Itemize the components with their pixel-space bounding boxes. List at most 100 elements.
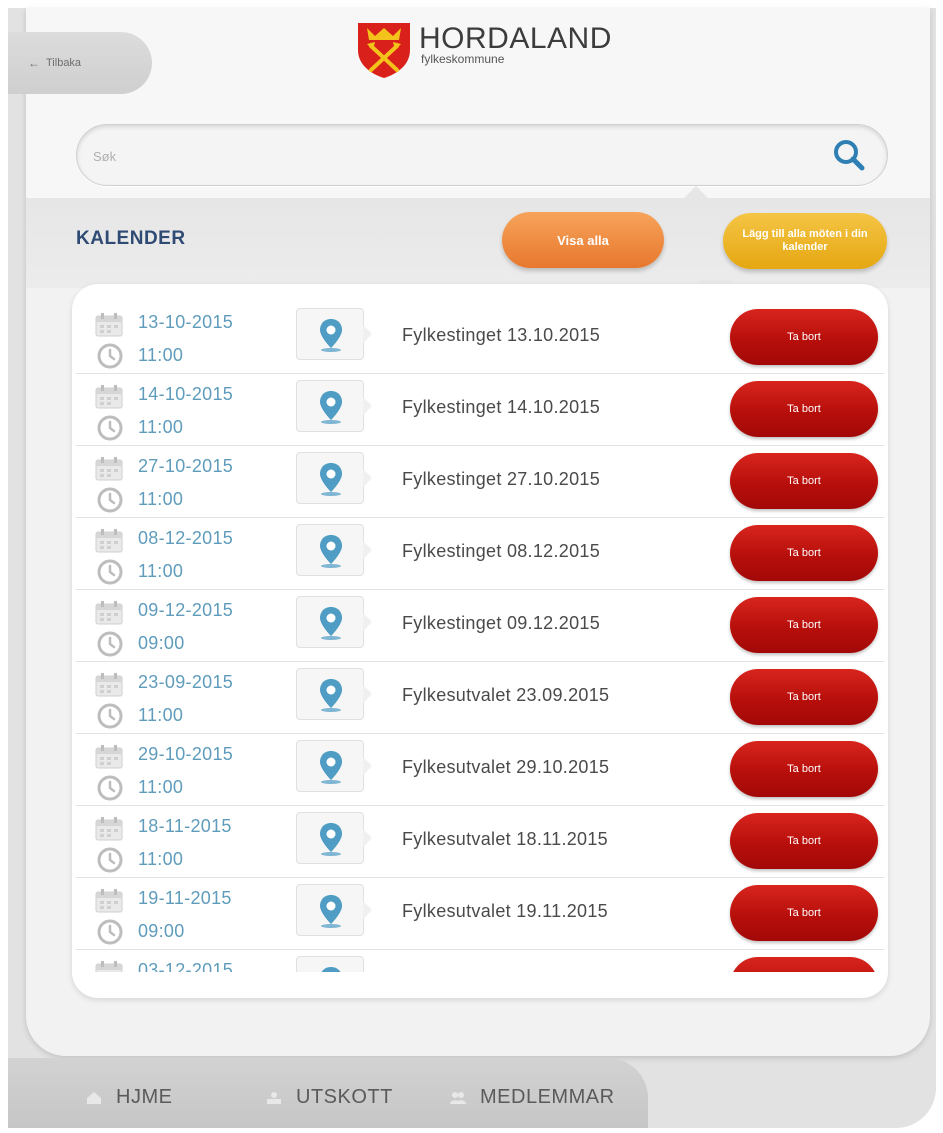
event-title: Fylkesutvalet 29.10.2015 bbox=[402, 757, 610, 777]
clock-icon bbox=[97, 919, 123, 945]
event-title: Fylkesutvalet 19.11.2015 bbox=[402, 901, 608, 921]
calendar-icon bbox=[95, 601, 123, 625]
map-pin-icon bbox=[320, 319, 342, 352]
remove-button[interactable]: Ta bort bbox=[730, 669, 878, 725]
map-pin-icon bbox=[320, 895, 342, 928]
back-button[interactable]: ← Tilbaka bbox=[8, 32, 152, 94]
search-bar bbox=[76, 124, 888, 186]
location-button[interactable] bbox=[296, 668, 372, 720]
event-row: 14-10-2015 11:00 Fylkestinget 14.10.2015… bbox=[76, 374, 884, 446]
logo: HORDALAND fylkeskommune bbox=[355, 20, 612, 80]
event-row: 19-11-2015 09:00 Fylkesutvalet 19.11.201… bbox=[76, 878, 884, 950]
clock-icon bbox=[97, 847, 123, 873]
remove-button[interactable]: Ta bort bbox=[730, 381, 878, 437]
clock-icon bbox=[97, 487, 123, 513]
location-button[interactable] bbox=[296, 812, 372, 864]
clock-icon bbox=[97, 415, 123, 441]
location-button[interactable] bbox=[296, 308, 372, 360]
map-pin-icon bbox=[320, 463, 342, 496]
calendar-icon bbox=[95, 745, 123, 769]
search-icon[interactable] bbox=[831, 137, 867, 173]
event-time: 11:00 bbox=[138, 345, 184, 365]
event-row: 18-11-2015 11:00 Fylkesutvalet 18.11.201… bbox=[76, 806, 884, 878]
event-title: Fylkestinget 08.12.2015 bbox=[402, 541, 601, 561]
map-pin-icon bbox=[320, 391, 342, 424]
event-time: 11:00 bbox=[138, 777, 184, 797]
event-date: 29-10-2015 bbox=[138, 744, 234, 764]
remove-button[interactable]: Ta bort bbox=[730, 525, 878, 581]
nav-members[interactable]: MEDLEMMAR bbox=[450, 1086, 615, 1109]
remove-button[interactable]: Ta bort bbox=[730, 741, 878, 797]
event-row: 13-10-2015 11:00 Fylkestinget 13.10.2015… bbox=[76, 302, 884, 374]
map-pin-icon bbox=[321, 967, 341, 972]
event-date: 08-12-2015 bbox=[138, 528, 234, 548]
location-button[interactable] bbox=[296, 452, 372, 504]
location-button[interactable] bbox=[296, 740, 372, 792]
event-time: 11:00 bbox=[138, 417, 184, 437]
event-date: 13-10-2015 bbox=[138, 312, 234, 332]
nav-home[interactable]: HJME bbox=[86, 1086, 172, 1109]
nav-committees[interactable]: UTSKOTT bbox=[266, 1086, 393, 1109]
map-pin-icon bbox=[320, 679, 342, 712]
clock-icon bbox=[97, 775, 123, 801]
event-time: 11:00 bbox=[138, 489, 184, 509]
calendar-icon bbox=[95, 889, 123, 913]
home-icon bbox=[87, 1091, 101, 1104]
add-all-to-calendar-button[interactable]: Lägg till alla möten i din kalender bbox=[723, 213, 887, 269]
nav-committees-label: UTSKOTT bbox=[296, 1086, 393, 1108]
event-title: Fylkestinget 27.10.2015 bbox=[402, 469, 601, 489]
remove-button[interactable]: Ta bort bbox=[730, 813, 878, 869]
event-title: Fylkesutvalet 23.09.2015 bbox=[402, 685, 610, 705]
logo-title: HORDALAND bbox=[419, 22, 612, 55]
event-time: 11:00 bbox=[138, 705, 184, 725]
calendar-icon bbox=[95, 817, 123, 841]
back-arrow-icon: ← bbox=[28, 56, 40, 70]
nav-home-label: HJME bbox=[116, 1086, 173, 1108]
location-button[interactable] bbox=[296, 956, 364, 972]
back-label: Tilbaka bbox=[46, 57, 82, 69]
location-button[interactable] bbox=[296, 380, 372, 432]
location-button[interactable] bbox=[296, 524, 372, 576]
event-date: 18-11-2015 bbox=[138, 816, 232, 836]
map-pin-icon bbox=[320, 823, 342, 856]
remove-button[interactable]: Ta bort bbox=[730, 597, 878, 653]
event-date: 09-12-2015 bbox=[138, 600, 234, 620]
nav-members-label: MEDLEMMAR bbox=[480, 1086, 615, 1108]
map-pin-icon bbox=[320, 751, 342, 784]
members-icon bbox=[450, 1091, 466, 1104]
event-title: Fylkestinget 09.12.2015 bbox=[402, 613, 601, 633]
remove-button[interactable]: Ta bort bbox=[730, 453, 878, 509]
clock-icon bbox=[97, 631, 123, 657]
calendar-icon bbox=[95, 529, 123, 553]
remove-button[interactable]: Ta bort bbox=[730, 885, 878, 941]
event-row: 09-12-2015 09:00 Fylkestinget 09.12.2015… bbox=[76, 590, 884, 662]
show-all-button[interactable]: Visa alla bbox=[502, 212, 664, 268]
calendar-icon bbox=[95, 313, 123, 337]
event-title: Fylkestinget 13.10.2015 bbox=[402, 325, 601, 345]
clock-icon bbox=[97, 703, 123, 729]
location-button[interactable] bbox=[296, 884, 372, 936]
committee-icon bbox=[267, 1091, 281, 1104]
calendar-icon bbox=[95, 457, 123, 481]
calendar-icon bbox=[95, 673, 123, 697]
event-row: 08-12-2015 11:00 Fylkestinget 08.12.2015… bbox=[76, 518, 884, 590]
location-button[interactable] bbox=[296, 596, 372, 648]
clock-icon bbox=[97, 559, 123, 585]
event-date: 14-10-2015 bbox=[138, 384, 234, 404]
remove-button[interactable]: Ta bort bbox=[730, 309, 878, 365]
calendar-heading: KALENDER bbox=[76, 228, 186, 249]
event-date: 19-11-2015 bbox=[138, 888, 232, 908]
event-date: 03-12-2015 bbox=[138, 960, 234, 972]
event-date: 23-09-2015 bbox=[138, 672, 234, 692]
remove-button[interactable] bbox=[730, 957, 878, 972]
event-date: 27-10-2015 bbox=[138, 456, 234, 476]
event-list[interactable]: 13-10-2015 11:00 Fylkestinget 13.10.2015… bbox=[76, 302, 884, 972]
map-pin-icon bbox=[320, 607, 342, 640]
event-row: 29-10-2015 11:00 Fylkesutvalet 29.10.201… bbox=[76, 734, 884, 806]
calendar-icon bbox=[95, 385, 123, 409]
search-input[interactable] bbox=[93, 143, 793, 169]
event-title: Fylkestinget 14.10.2015 bbox=[402, 397, 601, 417]
calendar-icon bbox=[95, 961, 123, 972]
event-row: 03-12-2015 bbox=[76, 950, 884, 972]
clock-icon bbox=[97, 343, 123, 369]
